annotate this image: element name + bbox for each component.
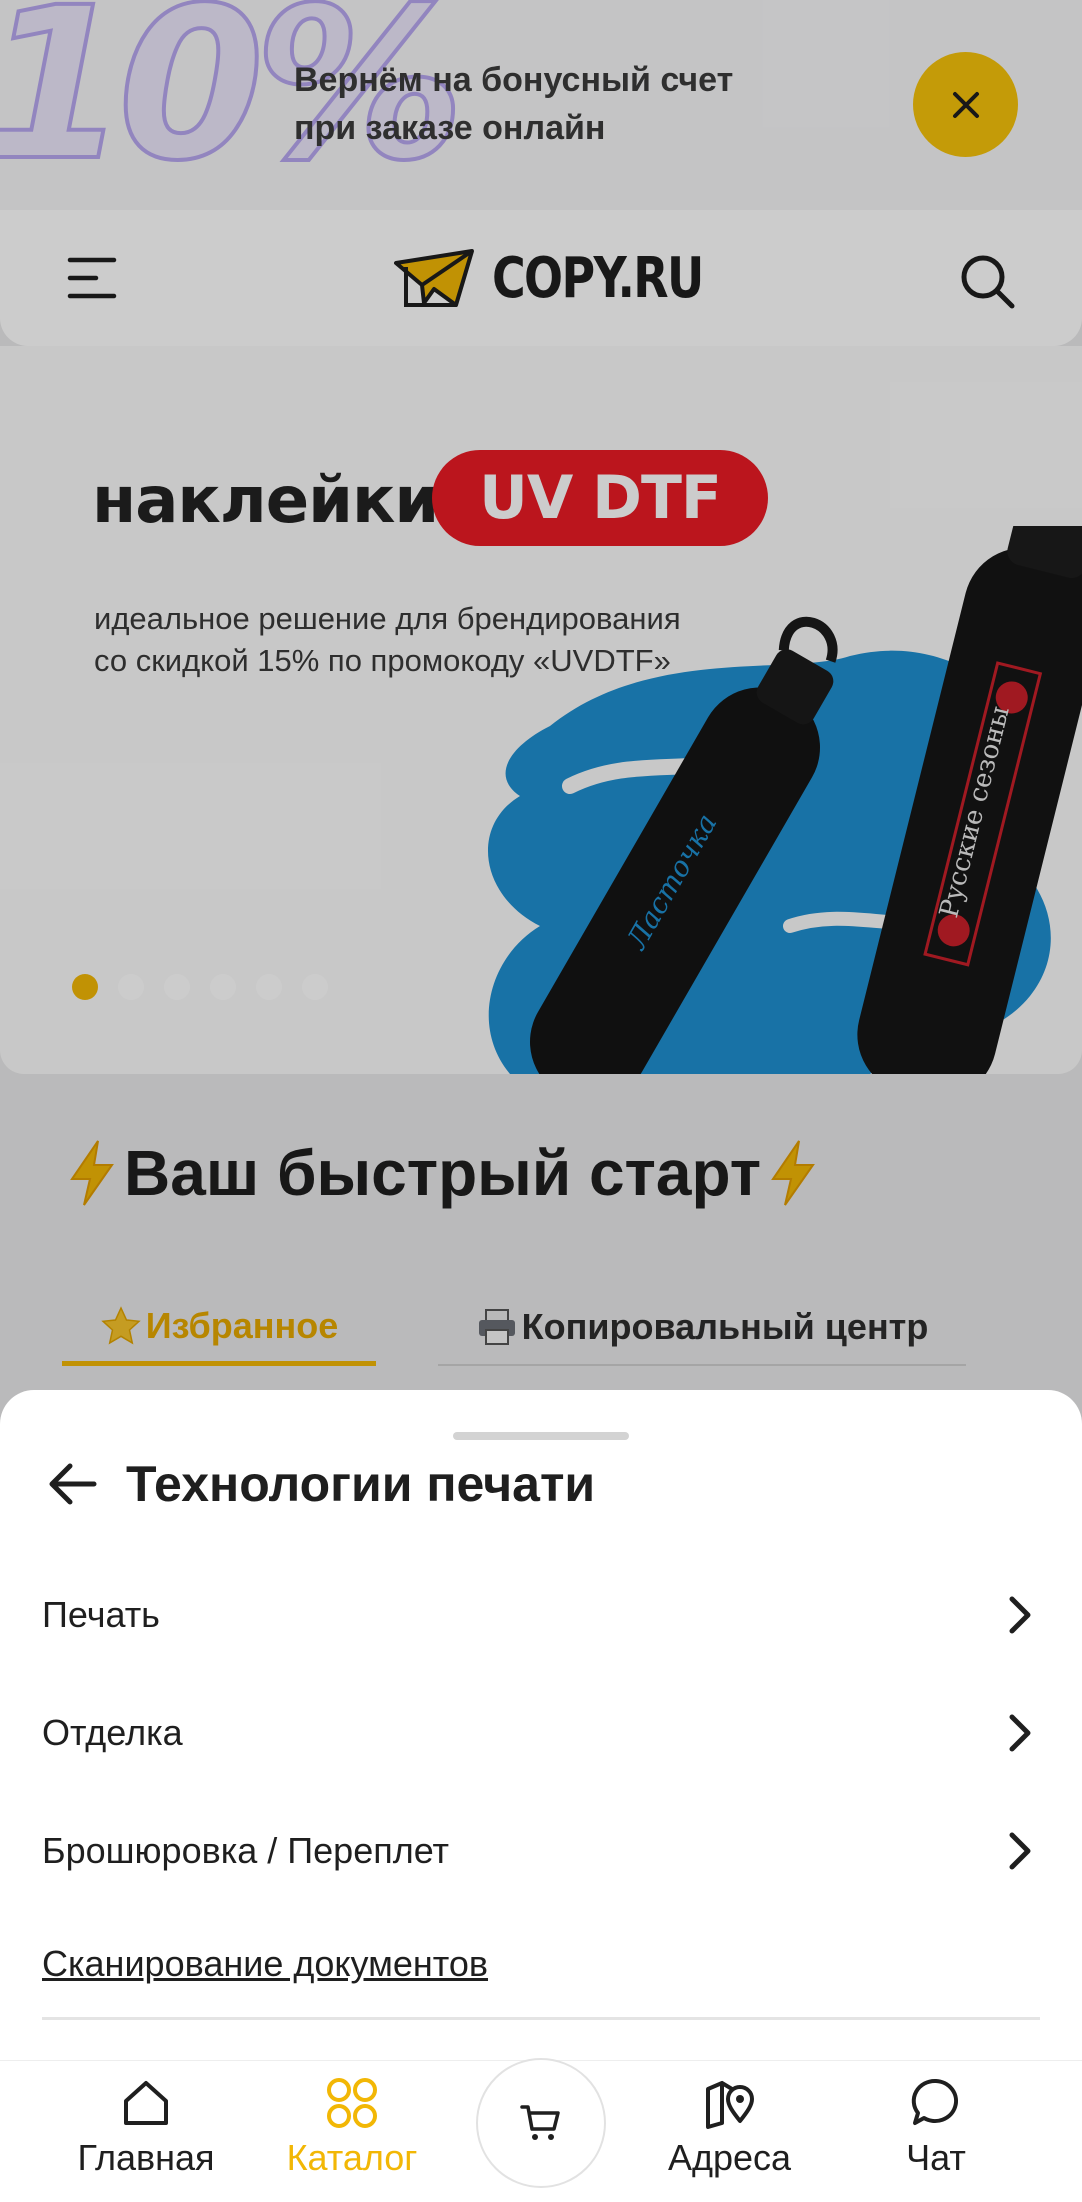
menu-item-label: Брошюровка / Переплет: [42, 1830, 450, 1871]
arrow-left-icon[interactable]: [42, 1452, 106, 1516]
sheet-drag-handle[interactable]: [453, 1432, 629, 1440]
nav-catalog-label: Каталог: [286, 2137, 418, 2178]
menu-item-print[interactable]: Печать: [42, 1575, 1040, 1655]
chat-bubble-icon: [911, 2078, 959, 2125]
chevron-right-icon: [1009, 1596, 1031, 1634]
nav-chat-label: Чат: [906, 2137, 966, 2178]
nav-addresses[interactable]: Адреса: [652, 2075, 807, 2193]
map-pin-icon: [705, 2081, 754, 2129]
chevron-right-icon: [1009, 1832, 1031, 1870]
home-icon: [124, 2081, 168, 2125]
cart-icon: [520, 2105, 560, 2140]
sheet-title: Технологии печати: [126, 1456, 596, 1512]
category-bottom-sheet: Технологии печати Печать Отделка Брошюро…: [0, 1390, 1082, 2060]
menu-item-scanning[interactable]: Сканирование документов: [42, 1924, 1040, 2004]
nav-home-label: Главная: [77, 2137, 215, 2178]
chevron-right-icon: [1009, 1714, 1031, 1752]
menu-item-finishing[interactable]: Отделка: [42, 1693, 1040, 1773]
catalog-grid-icon: [327, 2078, 377, 2128]
menu-item-label: Отделка: [42, 1712, 183, 1753]
nav-addresses-label: Адреса: [667, 2137, 792, 2178]
cart-button[interactable]: [476, 2058, 606, 2188]
nav-catalog[interactable]: Каталог: [272, 2075, 432, 2193]
nav-chat[interactable]: Чат: [876, 2075, 996, 2193]
menu-item-label: Печать: [42, 1594, 160, 1635]
menu-item-binding[interactable]: Брошюровка / Переплет: [42, 1811, 1040, 1891]
menu-item-link[interactable]: Сканирование документов: [42, 1943, 488, 1985]
nav-home[interactable]: Главная: [66, 2075, 226, 2193]
divider: [42, 2017, 1040, 2020]
